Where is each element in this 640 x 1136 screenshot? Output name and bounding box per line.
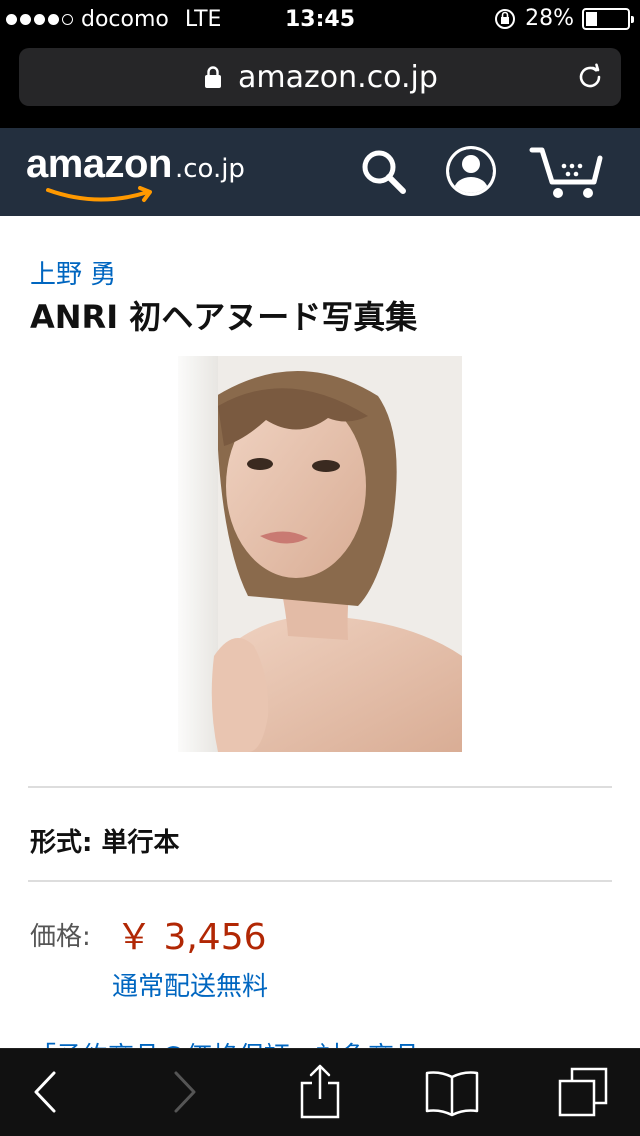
reload-icon[interactable]: [575, 62, 605, 92]
cart-icon[interactable]: [528, 144, 604, 202]
account-icon[interactable]: [444, 144, 498, 198]
product-image[interactable]: [178, 356, 462, 752]
orientation-lock-icon: [495, 8, 516, 29]
tabs-icon[interactable]: [556, 1065, 610, 1119]
amazon-logo[interactable]: amazon .co.jp: [26, 142, 245, 202]
back-icon[interactable]: [28, 1067, 62, 1117]
lock-icon: [205, 66, 222, 88]
browser-chrome: amazon.co.jp: [0, 40, 640, 128]
status-bar: docomo LTE 13:45 28%: [0, 0, 640, 40]
author-link[interactable]: 上野 勇: [30, 254, 116, 291]
browser-toolbar: [0, 1048, 640, 1136]
price-label: 価格:: [30, 922, 91, 952]
free-shipping-link[interactable]: 通常配送無料: [112, 966, 268, 1003]
price-guarantee-link[interactable]: 「予約商品の価格保証」対象商品: [30, 1036, 420, 1048]
cover-photo-illustration: [178, 356, 462, 752]
product-title: ANRI 初ヘアヌード写真集: [30, 298, 418, 336]
forward-icon[interactable]: [168, 1067, 202, 1117]
price-value: ￥ 3,456: [116, 917, 267, 958]
amazon-nav-bar: amazon .co.jp: [0, 128, 640, 216]
battery-icon: [582, 7, 634, 30]
address-bar[interactable]: amazon.co.jp: [19, 48, 621, 106]
divider: [28, 786, 612, 788]
product-detail: 上野 勇 ANRI 初ヘアヌード写真集 形式: 単行本 価格: ￥ 3,456 …: [0, 216, 640, 1048]
search-icon[interactable]: [358, 146, 408, 196]
logo-word: amazon: [26, 142, 172, 186]
format-info: 形式: 単行本: [30, 828, 180, 858]
bookmarks-icon[interactable]: [424, 1069, 480, 1117]
divider: [28, 880, 612, 882]
status-right: 28%: [493, 6, 634, 31]
url-text: amazon.co.jp: [238, 59, 438, 95]
battery-percent: 28%: [525, 6, 574, 31]
logo-tld: .co.jp: [174, 154, 245, 184]
share-icon[interactable]: [298, 1063, 342, 1119]
smile-arrow-icon: [46, 186, 152, 202]
